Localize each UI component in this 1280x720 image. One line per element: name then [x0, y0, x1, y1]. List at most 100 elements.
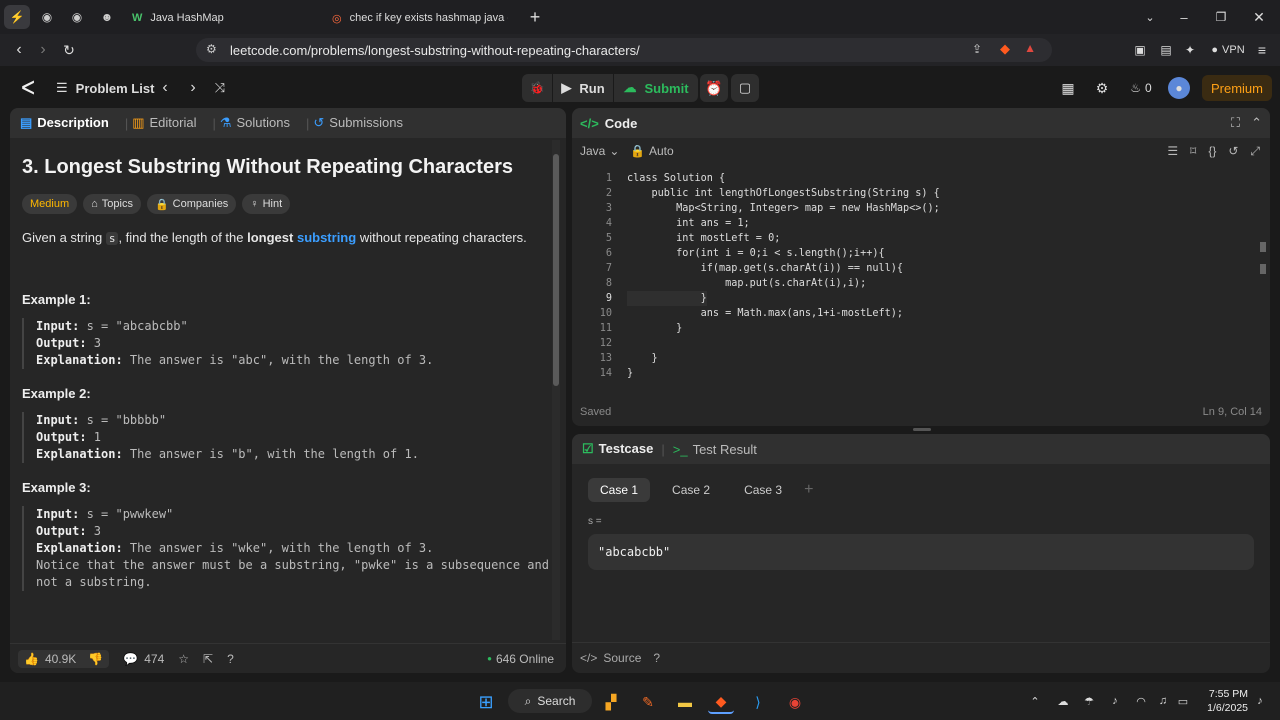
windows-start-icon[interactable]: ⊞ [473, 690, 499, 714]
brave-rewards-icon[interactable]: ▲ [1024, 41, 1036, 55]
avatar[interactable]: ● [1168, 77, 1190, 99]
pinned-tab-globe-icon-2[interactable]: ◉ [64, 5, 90, 29]
streak-counter[interactable]: ♨ 0 [1124, 78, 1158, 98]
tab-description[interactable]: ▤ Description [20, 115, 109, 131]
code-line[interactable]: 11 } [572, 321, 1262, 336]
comments-button[interactable]: 💬 474 [123, 652, 164, 666]
clock[interactable]: 7:55 PM 1/6/2025 [1196, 687, 1248, 715]
brave-browser-icon[interactable]: ◆ [708, 690, 734, 714]
next-problem-button[interactable]: › [184, 78, 202, 98]
battery-icon[interactable]: ▭ [1174, 692, 1192, 710]
code-line[interactable]: 5 int mostLeft = 0; [572, 231, 1262, 246]
left-scrollbar[interactable] [552, 140, 560, 640]
expand-icon[interactable]: ⤢ [1250, 144, 1260, 159]
add-case-icon[interactable]: + [804, 481, 813, 499]
topics-chip[interactable]: ⌂ Topics [83, 194, 141, 214]
tab-testcase[interactable]: ☑ Testcase [582, 441, 653, 457]
debug-icon[interactable]: 🐞 [522, 74, 552, 102]
volume-icon[interactable]: ♫ [1154, 692, 1172, 710]
tab-solutions[interactable]: ⚗ Solutions [220, 115, 290, 131]
code-line[interactable]: 14} [572, 366, 1262, 381]
auto-mode[interactable]: 🔒 Auto [630, 144, 674, 158]
star-icon[interactable]: ☆ [178, 652, 189, 666]
case-3-tab[interactable]: Case 3 [732, 478, 794, 502]
help-circle-icon[interactable]: ? [653, 651, 660, 665]
case-2-tab[interactable]: Case 2 [660, 478, 722, 502]
vscode-icon[interactable]: ⟩ [745, 690, 771, 714]
prev-problem-button[interactable]: ‹ [156, 78, 174, 98]
layout-grid-icon[interactable]: ▦ [1058, 78, 1078, 98]
companies-chip[interactable]: 🔒 Companies [146, 194, 237, 214]
tab-test-result[interactable]: >_ Test Result [673, 442, 757, 457]
code-editor[interactable]: 1 class Solution {2 public int lengthOfLo… [572, 171, 1262, 381]
code-line[interactable]: 8 map.put(s.charAt(i),i); [572, 276, 1262, 291]
chrome-icon[interactable]: ◉ [782, 690, 808, 714]
panel-resize-handle[interactable] [913, 428, 931, 431]
timer-icon[interactable]: ⏰ [700, 74, 728, 102]
pinned-tab-avatar-icon[interactable]: ☻ [94, 5, 120, 29]
param-input[interactable]: "abcabcbb" [588, 534, 1254, 570]
share-link-icon[interactable]: ⇱ [203, 652, 213, 666]
hint-chip[interactable]: ♀ Hint [242, 194, 291, 214]
random-problem-icon[interactable]: ⤨ [210, 78, 230, 98]
browser-menu-icon[interactable]: ≡ [1252, 40, 1272, 60]
submit-button[interactable]: ☁ Submit [614, 74, 698, 102]
fullscreen-icon[interactable]: ⛶ [1231, 115, 1240, 131]
browser-tab-java-hashmap[interactable]: W Java HashMap [132, 6, 312, 30]
maximize-button[interactable]: ❐ [1210, 6, 1232, 28]
collapse-chevron-icon[interactable]: ⌃ [1251, 115, 1262, 131]
close-window-button[interactable]: ✕ [1248, 6, 1270, 28]
reload-button[interactable]: ↻ [58, 39, 80, 61]
language-select[interactable]: Java ⌄ [580, 144, 619, 158]
vpn-button[interactable]: ● VPN [1206, 40, 1250, 60]
tray-sync-icon[interactable]: ☂ [1080, 692, 1098, 710]
new-tab-button[interactable]: + [524, 6, 546, 28]
reset-icon[interactable]: ↺ [1228, 144, 1238, 159]
run-button[interactable]: ▶ Run [553, 74, 613, 102]
braces-icon[interactable]: {} [1208, 144, 1216, 159]
problem-list-button[interactable]: ☰ Problem List [56, 78, 166, 98]
sidebar-toggle-icon[interactable]: ▣ [1130, 40, 1150, 60]
browser-tab-search[interactable]: ◎ chec if key exists hashmap java - Br [332, 6, 512, 30]
notification-bell-icon[interactable]: ♪ [1252, 692, 1268, 710]
tab-submissions[interactable]: ↺ Submissions [313, 115, 403, 131]
leetcode-logo-icon[interactable]: ᐸ [16, 76, 40, 100]
source-button[interactable]: Source [603, 651, 641, 665]
code-line[interactable]: 6 for(int i = 0;i < s.length();i++){ [572, 246, 1262, 261]
url-bar[interactable]: ⚙ leetcode.com/problems/longest-substrin… [196, 38, 1052, 62]
premium-button[interactable]: Premium [1202, 75, 1272, 101]
code-line[interactable]: 3 Map<String, Integer> map = new HashMap… [572, 201, 1262, 216]
share-icon[interactable]: ⇪ [972, 42, 982, 56]
case-1-tab[interactable]: Case 1 [588, 478, 651, 502]
pinned-tab-globe-icon[interactable]: ◉ [34, 5, 60, 29]
app-icon-orange[interactable]: ▞ [598, 690, 624, 714]
tray-chevron-up-icon[interactable]: ⌃ [1026, 692, 1044, 710]
minimize-button[interactable]: – [1174, 6, 1194, 28]
taskbar-search[interactable]: ⌕ Search [508, 689, 592, 713]
code-line[interactable]: 10 ans = Math.max(ans,1+i-mostLeft); [572, 306, 1262, 321]
back-button[interactable]: ‹ [8, 39, 30, 61]
like-button[interactable]: 👍 40.9K 👎 [18, 649, 110, 668]
brave-shields-icon[interactable]: ◆ [1000, 41, 1010, 57]
app-icon-brush[interactable]: ✎ [635, 690, 661, 714]
wallet-icon[interactable]: ▤ [1156, 40, 1176, 60]
editor-scrollbar-thumb[interactable] [1260, 242, 1266, 252]
code-line[interactable]: 12 [572, 336, 1262, 351]
bookmark-icon[interactable]: ⌑ [1190, 144, 1196, 159]
format-icon[interactable]: ☰ [1167, 144, 1178, 159]
code-line[interactable]: 1 class Solution { [572, 171, 1262, 186]
forward-button[interactable]: › [32, 39, 54, 61]
onedrive-cloud-icon[interactable]: ☁ [1054, 692, 1072, 710]
code-line[interactable]: 7 if(map.get(s.charAt(i)) == null){ [572, 261, 1262, 276]
site-info-icon[interactable]: ⚙ [206, 42, 217, 56]
file-explorer-icon[interactable]: ▬ [672, 690, 698, 714]
code-line[interactable]: 13 } [572, 351, 1262, 366]
substring-link[interactable]: substring [297, 230, 356, 245]
thumbs-down-icon[interactable]: 👎 [88, 652, 103, 666]
pinned-tab-leetcode-icon[interactable]: ⚡ [4, 5, 30, 29]
settings-gear-icon[interactable]: ⚙ [1092, 78, 1112, 98]
tab-search-chevron-icon[interactable]: ⌄ [1140, 6, 1160, 28]
help-icon[interactable]: ? [227, 652, 234, 666]
leo-ai-icon[interactable]: ✦ [1180, 40, 1200, 60]
tab-editorial[interactable]: ▥ Editorial [132, 115, 196, 131]
